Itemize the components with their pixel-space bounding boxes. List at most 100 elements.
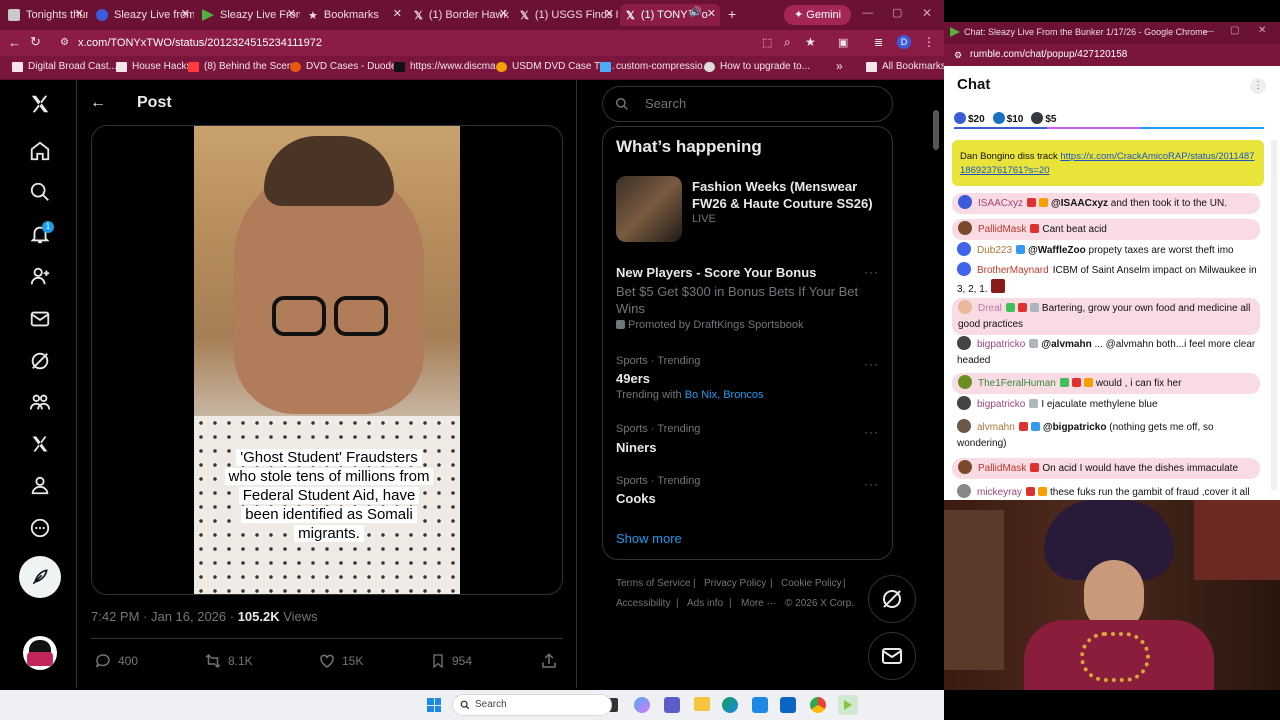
- like-button[interactable]: 15K: [318, 652, 363, 670]
- bookmark-item[interactable]: https://www.discma...: [394, 61, 504, 72]
- gemini-button[interactable]: ✦ Gemini: [784, 5, 852, 25]
- tab-border-hawk[interactable]: 𝕏 (1) Border Hawk ✕: [408, 4, 512, 26]
- chat-username[interactable]: The1FeralHuman: [978, 378, 1056, 389]
- store-icon[interactable]: [752, 697, 768, 713]
- chat-username[interactable]: bigpatricko: [977, 399, 1025, 410]
- video-frame[interactable]: 'Ghost Student' Fraudsters who stole ten…: [194, 126, 460, 594]
- messages-icon[interactable]: [24, 303, 56, 335]
- tab-sleazy-1[interactable]: Sleazy Live from ✕: [90, 4, 194, 26]
- tab-thumbnail[interactable]: Tonights thumbn ✕: [2, 4, 88, 26]
- close-tab-icon[interactable]: ✕: [499, 7, 508, 20]
- start-icon[interactable]: [427, 698, 441, 712]
- trend-title[interactable]: Cooks: [616, 491, 656, 506]
- close-tab-icon[interactable]: ✕: [287, 7, 296, 20]
- close-tab-icon[interactable]: ✕: [75, 7, 84, 20]
- minimize-button[interactable]: —: [1204, 26, 1214, 37]
- repost-button[interactable]: 8.1K: [204, 652, 253, 670]
- show-more-link[interactable]: Show more: [616, 531, 682, 546]
- chat-username[interactable]: ISAACxyz: [978, 198, 1023, 209]
- communities-icon[interactable]: [24, 386, 56, 418]
- tab-sleazy-2[interactable]: Sleazy Live From ✕: [196, 4, 300, 26]
- bookmark-item[interactable]: USDM DVD Case Tw...: [496, 61, 615, 72]
- zoom-icon[interactable]: ⌕: [784, 35, 791, 50]
- extension-icon[interactable]: ▣: [838, 36, 848, 49]
- footer-accessibility-link[interactable]: Accessibility: [616, 598, 670, 609]
- trend-title[interactable]: 49ers: [616, 371, 650, 386]
- audio-playing-icon[interactable]: 🔊: [690, 7, 702, 18]
- outlook-icon[interactable]: [780, 697, 796, 713]
- more-bookmarks-button[interactable]: »: [836, 59, 843, 73]
- event-title[interactable]: Fashion Weeks (Menswear FW26 & Haute Cou…: [692, 178, 882, 212]
- x-logo-icon[interactable]: [24, 88, 56, 120]
- search-input[interactable]: Search: [602, 86, 893, 122]
- chat-username[interactable]: mickeyray: [977, 487, 1022, 498]
- trend-title[interactable]: Niners: [616, 440, 656, 455]
- menu-icon[interactable]: ⋮: [923, 35, 935, 49]
- chat-username[interactable]: Dub223: [977, 245, 1012, 256]
- account-avatar[interactable]: [23, 636, 57, 670]
- footer-cookie-link[interactable]: Cookie Policy: [781, 578, 842, 589]
- chat-username[interactable]: alvmahn: [977, 422, 1015, 433]
- chrome-icon[interactable]: [810, 697, 826, 713]
- footer-ads-link[interactable]: Ads info: [687, 598, 723, 609]
- search-icon[interactable]: [24, 176, 56, 208]
- profile-icon[interactable]: [24, 469, 56, 501]
- messages-fab[interactable]: [868, 632, 916, 680]
- trending-with-links[interactable]: Bo Nix, Broncos: [685, 389, 764, 401]
- address-bar[interactable]: ⚙ x.com/TONYxTWO/status/2012324515234111…: [54, 33, 754, 53]
- all-bookmarks-button[interactable]: All Bookmarks: [866, 61, 946, 72]
- follow-icon[interactable]: [24, 260, 56, 292]
- grok-fab[interactable]: [868, 575, 916, 623]
- profile-avatar[interactable]: D: [897, 35, 911, 49]
- edge-icon[interactable]: [722, 697, 738, 713]
- chat-username[interactable]: bigpatricko: [977, 339, 1025, 350]
- chat-scrollbar[interactable]: [1271, 140, 1277, 490]
- reply-button[interactable]: 400: [94, 652, 138, 670]
- close-tab-icon[interactable]: ✕: [605, 7, 614, 20]
- event-thumbnail[interactable]: [616, 176, 682, 242]
- back-arrow-icon[interactable]: ←: [90, 94, 106, 112]
- footer-privacy-link[interactable]: Privacy Policy: [704, 578, 766, 589]
- bookmark-item[interactable]: custom-compressio...: [600, 61, 711, 72]
- close-window-button[interactable]: ✕: [1258, 25, 1266, 36]
- bookmark-item[interactable]: (8) Behind the Scen...: [188, 61, 301, 72]
- footer-more-link[interactable]: More ···: [741, 598, 777, 609]
- grok-icon[interactable]: [24, 345, 56, 377]
- bookmark-item[interactable]: Digital Broad Cast...: [12, 61, 117, 72]
- post-media-card[interactable]: 'Ghost Student' Fraudsters who stole ten…: [91, 125, 563, 595]
- bookmark-button[interactable]: 954: [430, 652, 472, 670]
- minimize-button[interactable]: —: [862, 7, 873, 19]
- rant-chip[interactable]: $5: [1031, 112, 1057, 125]
- chat-username[interactable]: PallidMask: [978, 224, 1026, 235]
- chat-url-bar[interactable]: ⚙ rumble.com/chat/popup/427120158: [944, 44, 1280, 66]
- file-explorer-icon[interactable]: [694, 697, 710, 711]
- premium-x-icon[interactable]: [24, 428, 56, 460]
- bookmark-item[interactable]: How to upgrade to...: [704, 61, 810, 72]
- rant-chip[interactable]: $10: [992, 112, 1023, 125]
- ad-title[interactable]: New Players - Score Your Bonus: [616, 265, 816, 280]
- site-info-icon[interactable]: ⚙: [60, 33, 69, 53]
- more-icon[interactable]: [24, 512, 56, 544]
- close-tab-icon[interactable]: ✕: [393, 7, 402, 20]
- footer-terms-link[interactable]: Terms of Service: [616, 578, 690, 589]
- compose-post-button[interactable]: [19, 556, 61, 598]
- scrollbar-thumb[interactable]: [933, 110, 939, 150]
- install-icon[interactable]: ⬚: [762, 36, 772, 49]
- maximize-button[interactable]: ▢: [1230, 25, 1239, 36]
- more-options-icon[interactable]: ···: [864, 265, 879, 279]
- more-options-icon[interactable]: ···: [864, 425, 879, 439]
- tab-bookmarks[interactable]: ★ Bookmarks ✕: [302, 4, 406, 26]
- more-options-icon[interactable]: ···: [864, 357, 879, 371]
- rant-chip[interactable]: $20: [954, 112, 985, 125]
- new-tab-button[interactable]: +: [728, 6, 736, 22]
- bookmark-star-icon[interactable]: ★: [805, 35, 816, 49]
- close-tab-icon[interactable]: ✕: [707, 7, 716, 20]
- bookmark-item[interactable]: House Hacks: [116, 61, 191, 72]
- tab-tony-active[interactable]: 𝕏 (1) TONY™ o 🔊 ✕: [620, 4, 720, 26]
- sidepanel-icon[interactable]: ≣: [874, 36, 883, 49]
- maximize-button[interactable]: ▢: [892, 6, 902, 19]
- chat-username[interactable]: BrotherMaynard: [977, 265, 1049, 276]
- share-button[interactable]: [540, 652, 558, 670]
- chat-username[interactable]: Dreal: [978, 303, 1002, 314]
- tab-usgs[interactable]: 𝕏 (1) USGS Finds I ✕: [514, 4, 618, 26]
